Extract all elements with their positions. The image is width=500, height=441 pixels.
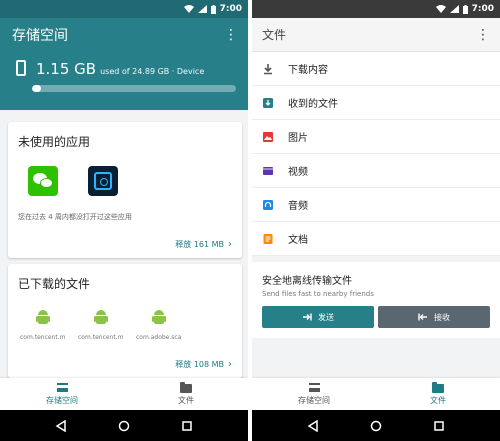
status-bar: 7:00: [0, 0, 248, 18]
tab-label: 文件: [178, 396, 194, 405]
free-up-downloads-button[interactable]: 释放 108 MB ›: [175, 359, 232, 370]
card-title: 已下载的文件: [18, 277, 91, 291]
downloaded-files-card: 已下载的文件 com.tencent.m... com.tencent.m...…: [8, 264, 242, 378]
category-label: 文档: [288, 235, 308, 246]
android-icon: [36, 310, 50, 326]
category-label: 图片: [288, 133, 308, 144]
send-button[interactable]: 发送: [262, 306, 374, 328]
download-icon: [262, 63, 274, 75]
storage-detail: used of 24.89 GB · Device: [100, 67, 205, 76]
signal-icon: [197, 5, 207, 13]
app-title: 文件: [262, 28, 287, 42]
chevron-right-icon: ›: [228, 238, 232, 250]
tab-files[interactable]: 文件: [124, 378, 248, 410]
receive-icon: [418, 313, 427, 321]
chevron-right-icon: ›: [228, 358, 232, 370]
receive-label: 接收: [434, 312, 450, 322]
nearby-share-card: 安全地离线传输文件 Send files fast to nearby frie…: [252, 262, 500, 338]
category-audio[interactable]: 音频: [252, 188, 500, 222]
category-documents[interactable]: 文档: [252, 222, 500, 256]
category-videos[interactable]: 视频: [252, 154, 500, 188]
overflow-menu-icon[interactable]: ⋮: [476, 28, 490, 42]
storage-used: 1.15 GB: [36, 60, 97, 78]
send-icon: [303, 313, 312, 321]
files-screen: 7:00 文件 ⋮ 下载内容 收到的文件 图片 视频 音频 文档 安全地离线传输…: [252, 0, 500, 441]
system-nav-bar: [0, 410, 248, 441]
storage-progress-bar: [32, 85, 236, 92]
overflow-menu-icon[interactable]: ⋮: [224, 28, 238, 42]
back-icon[interactable]: [307, 419, 319, 432]
tab-storage[interactable]: 存储空间: [0, 378, 124, 410]
back-icon[interactable]: [55, 419, 67, 432]
status-bar: 7:00: [252, 0, 500, 18]
status-time: 7:00: [219, 4, 242, 14]
storage-header: 7:00 存储空间 ⋮ 1.15 GB used of 24.89 GB · D…: [0, 0, 248, 110]
share-subtitle: Send files fast to nearby friends: [262, 290, 374, 298]
tab-label: 存储空间: [46, 396, 78, 405]
category-label: 收到的文件: [288, 99, 338, 110]
document-icon: [262, 233, 274, 245]
storage-summary: 1.15 GB used of 24.89 GB · Device: [0, 52, 248, 78]
category-received[interactable]: 收到的文件: [252, 86, 500, 120]
app-bar: 存储空间 ⋮: [0, 18, 248, 52]
photoscan-app-icon[interactable]: [88, 166, 118, 196]
unused-apps-card: 未使用的应用 您在过去 4 周内都没打开过这些应用 释放 161 MB ›: [8, 122, 242, 258]
app-bar: 文件 ⋮: [252, 18, 500, 52]
tab-storage[interactable]: 存储空间: [252, 378, 376, 410]
free-up-label: 释放 108 MB: [175, 360, 224, 369]
home-icon[interactable]: [118, 420, 130, 432]
receive-button[interactable]: 接收: [378, 306, 490, 328]
category-label: 下载内容: [288, 65, 328, 76]
tab-files[interactable]: 文件: [376, 378, 500, 410]
bottom-navigation: 存储空间 文件: [252, 378, 500, 410]
android-icon: [94, 310, 108, 326]
battery-icon: [210, 4, 216, 14]
received-files-icon: [262, 97, 274, 109]
wechat-app-icon[interactable]: [28, 166, 58, 196]
system-nav-bar: [252, 410, 500, 441]
unused-apps-note: 您在过去 4 周内都没打开过这些应用: [18, 213, 132, 221]
recents-icon[interactable]: [181, 420, 193, 432]
download-file-item[interactable]: com.tencent.m...: [78, 310, 124, 341]
tab-label: 存储空间: [298, 396, 330, 405]
file-name: com.tencent.m...: [78, 334, 124, 341]
video-icon: [262, 165, 274, 177]
storage-progress-fill: [32, 85, 42, 92]
phone-icon: [16, 60, 26, 76]
android-icon: [152, 310, 166, 326]
storage-screen: 7:00 存储空间 ⋮ 1.15 GB used of 24.89 GB · D…: [0, 0, 248, 441]
wifi-icon: [183, 5, 194, 13]
category-label: 音频: [288, 201, 308, 212]
image-icon: [262, 131, 274, 143]
recents-icon[interactable]: [433, 420, 445, 432]
app-title: 存储空间: [12, 28, 68, 44]
share-title: 安全地离线传输文件: [262, 276, 352, 287]
tab-label: 文件: [430, 396, 446, 405]
file-name: com.adobe.sca...: [136, 334, 182, 341]
list-icon: [56, 383, 68, 392]
battery-icon: [462, 4, 468, 14]
free-up-unused-button[interactable]: 释放 161 MB ›: [175, 239, 232, 250]
send-label: 发送: [318, 312, 334, 322]
free-up-label: 释放 161 MB: [175, 240, 224, 249]
screenshot-pair: 7:00 存储空间 ⋮ 1.15 GB used of 24.89 GB · D…: [0, 0, 500, 441]
wifi-icon: [435, 5, 446, 13]
folder-icon: [432, 382, 444, 393]
card-title: 未使用的应用: [18, 135, 91, 149]
audio-icon: [262, 199, 274, 211]
category-label: 视频: [288, 167, 308, 178]
file-name: com.tencent.m...: [20, 334, 66, 341]
bottom-navigation: 存储空间 文件: [0, 378, 248, 410]
file-categories: 下载内容 收到的文件 图片 视频 音频 文档: [252, 52, 500, 256]
status-time: 7:00: [471, 4, 494, 14]
folder-icon: [180, 382, 192, 393]
category-images[interactable]: 图片: [252, 120, 500, 154]
home-icon[interactable]: [370, 420, 382, 432]
signal-icon: [449, 5, 459, 13]
category-downloads[interactable]: 下载内容: [252, 52, 500, 86]
list-icon: [308, 383, 320, 392]
download-file-item[interactable]: com.tencent.m...: [20, 310, 66, 341]
download-file-item[interactable]: com.adobe.sca...: [136, 310, 182, 341]
